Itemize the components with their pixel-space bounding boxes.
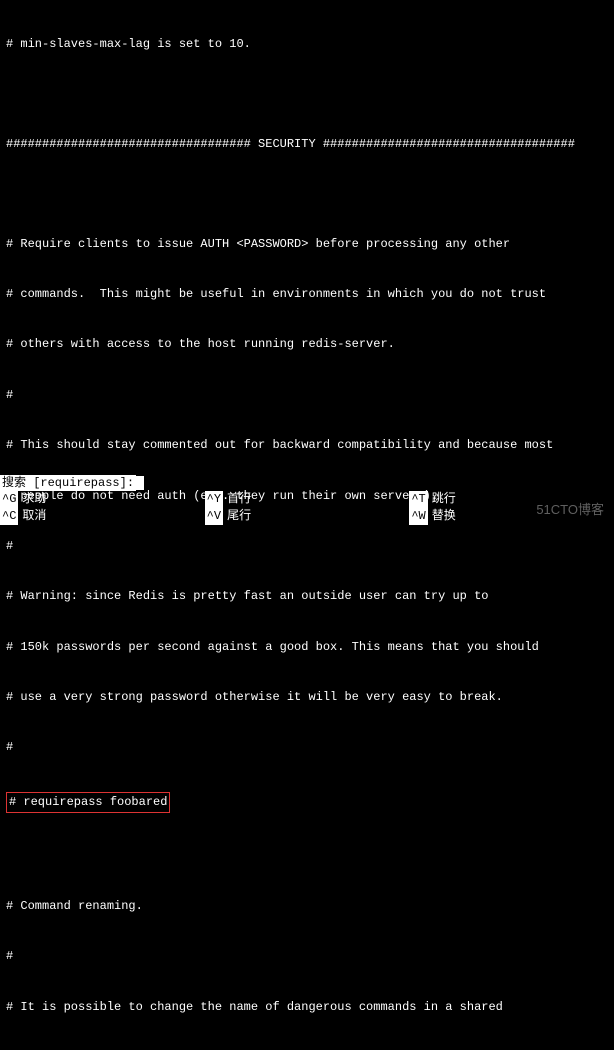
config-line: # others with access to the host running… [6, 336, 608, 353]
watermark-text: 51CTO博客 [536, 501, 604, 519]
config-line: # Command renaming. [6, 898, 608, 915]
shortcut-text: 首行 [227, 491, 251, 508]
highlighted-requirepass: # requirepass foobared [6, 792, 170, 813]
config-line: # [6, 538, 608, 555]
shortcut-text: 求助 [22, 491, 46, 508]
config-line: # Warning: since Redis is pretty fast an… [6, 588, 608, 605]
key-label: ^T [409, 491, 427, 508]
config-line [6, 86, 608, 102]
config-line: # Require clients to issue AUTH <PASSWOR… [6, 236, 608, 253]
key-label: ^W [409, 508, 427, 525]
shortcut-firstline[interactable]: ^Y 首行 [205, 491, 410, 508]
config-line: # environment. For instance the CONFIG c… [6, 1049, 608, 1050]
shortcut-text: 取消 [22, 508, 46, 525]
shortcut-bar-2: ^C 取消 ^V 尾行 ^W 替换 [0, 508, 614, 525]
key-label: ^V [205, 508, 223, 525]
shortcut-text: 跳行 [432, 491, 456, 508]
key-label: ^G [0, 491, 18, 508]
key-label: ^Y [205, 491, 223, 508]
editor-content: # min-slaves-max-lag is set to 10. #####… [0, 0, 614, 1050]
nano-bottom-bar: 搜索 [requirepass]: ^G 求助 ^Y 首行 ^T 跳行 ^C 取… [0, 475, 614, 525]
search-label: 搜索 [requirepass]: [0, 475, 136, 492]
shortcut-bar: ^G 求助 ^Y 首行 ^T 跳行 [0, 491, 614, 508]
config-line: # [6, 739, 608, 756]
shortcut-text: 替换 [432, 508, 456, 525]
shortcut-text: 尾行 [227, 508, 251, 525]
config-line: # It is possible to change the name of d… [6, 999, 608, 1016]
config-line [6, 848, 608, 864]
config-line: # [6, 948, 608, 965]
config-line: # commands. This might be useful in envi… [6, 286, 608, 303]
shortcut-cancel[interactable]: ^C 取消 [0, 508, 205, 525]
config-line: ################################## SECUR… [6, 136, 608, 153]
cursor-icon [136, 476, 144, 490]
config-line [6, 186, 608, 202]
shortcut-lastline[interactable]: ^V 尾行 [205, 508, 410, 525]
config-line: # 150k passwords per second against a go… [6, 639, 608, 656]
key-label: ^C [0, 508, 18, 525]
search-prompt[interactable]: 搜索 [requirepass]: [0, 475, 614, 492]
shortcut-help[interactable]: ^G 求助 [0, 491, 205, 508]
config-line: # use a very strong password otherwise i… [6, 689, 608, 706]
config-line: # This should stay commented out for bac… [6, 437, 608, 454]
config-line: # [6, 387, 608, 404]
config-line: # min-slaves-max-lag is set to 10. [6, 36, 608, 53]
